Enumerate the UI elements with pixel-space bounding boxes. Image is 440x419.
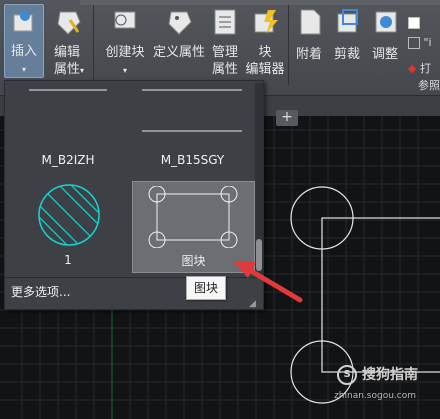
watermark-logo: S 搜狗指南 [337, 364, 418, 385]
annotation-arrow [234, 262, 303, 303]
watermark-url: zhinan.sogou.com [334, 391, 416, 401]
watermark-text: 搜狗指南 [362, 367, 418, 383]
sogou-icon: S [337, 365, 358, 385]
